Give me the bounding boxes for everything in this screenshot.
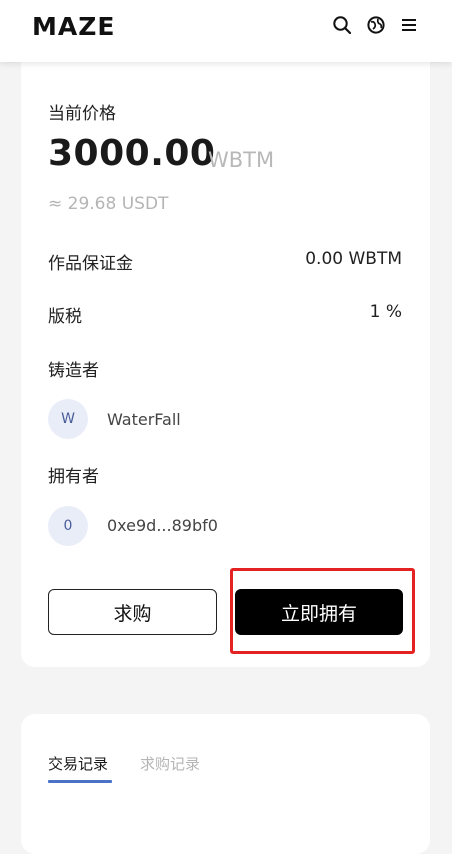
- globe-icon[interactable]: [365, 14, 387, 36]
- royalty-label: 版税: [48, 307, 82, 327]
- owner-label: 拥有者: [48, 467, 99, 487]
- active-tab-underline: [48, 780, 112, 783]
- buy-now-button[interactable]: 立即拥有: [235, 589, 403, 635]
- maze-logo[interactable]: MAZE: [32, 14, 115, 40]
- request-purchase-button[interactable]: 求购: [48, 589, 217, 635]
- royalty-value: 1 %: [369, 302, 402, 322]
- deposit-value: 0.00 WBTM: [305, 249, 402, 269]
- records-card: [21, 714, 430, 854]
- creator-label: 铸造者: [48, 361, 99, 381]
- price-approx-usdt: ≈ 29.68 USDT: [48, 194, 169, 214]
- owner-avatar[interactable]: 0: [48, 506, 88, 546]
- creator-name[interactable]: WaterFall: [107, 410, 181, 429]
- owner-address[interactable]: 0xe9d...89bf0: [107, 516, 218, 535]
- tab-transaction-records[interactable]: 交易记录: [48, 753, 108, 774]
- top-header: MAZE: [0, 0, 452, 62]
- deposit-label: 作品保证金: [48, 254, 133, 274]
- price-unit: WBTM: [208, 148, 275, 172]
- search-icon[interactable]: [331, 14, 353, 36]
- current-price-value: 3000.00: [48, 133, 216, 174]
- tab-purchase-requests[interactable]: 求购记录: [140, 753, 200, 774]
- current-price-label: 当前价格: [48, 104, 116, 124]
- menu-icon[interactable]: [398, 14, 420, 36]
- creator-avatar[interactable]: W: [48, 399, 88, 439]
